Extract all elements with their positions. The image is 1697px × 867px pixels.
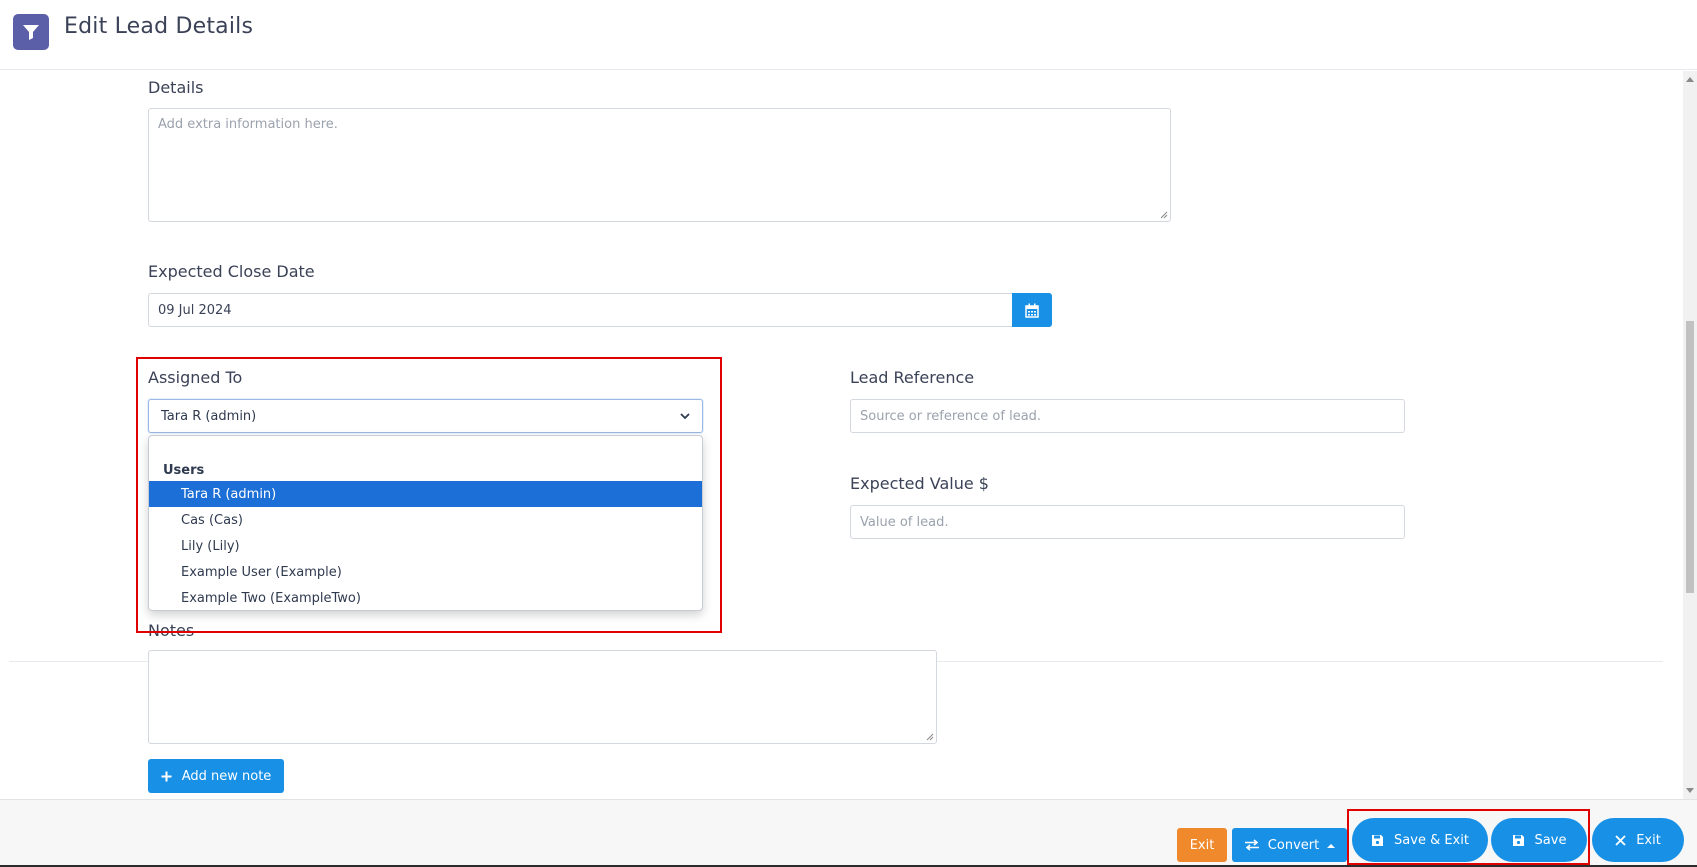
expected-close-date-input[interactable]: 09 Jul 2024	[148, 293, 1014, 327]
dropdown-option[interactable]: Example Two (ExampleTwo)	[149, 585, 702, 610]
details-textarea[interactable]: Add extra information here.	[148, 108, 1171, 222]
calendar-button[interactable]	[1012, 293, 1052, 327]
convert-button[interactable]: Convert	[1232, 828, 1347, 862]
expected-value-label: Expected Value $	[850, 474, 989, 493]
floppy-icon	[1372, 834, 1384, 846]
dropdown-option[interactable]: Example User (Example)	[149, 559, 702, 585]
caret-up-icon	[1327, 843, 1336, 848]
resize-grip-icon[interactable]	[926, 733, 934, 741]
lead-reference-input[interactable]: Source or reference of lead.	[850, 399, 1405, 433]
assigned-to-value: Tara R (admin)	[161, 408, 257, 424]
lead-reference-placeholder: Source or reference of lead.	[860, 408, 1042, 424]
expected-value-placeholder: Value of lead.	[860, 514, 949, 530]
page-header: Edit Lead Details	[0, 0, 1697, 70]
details-label: Details	[148, 78, 204, 97]
dropdown-group-label: Users	[163, 463, 205, 478]
action-footer: Exit Convert Save & Exit Save Exit	[0, 799, 1697, 867]
save-button[interactable]: Save	[1491, 818, 1587, 862]
plus-icon	[161, 771, 172, 781]
page-title: Edit Lead Details	[64, 14, 254, 39]
details-placeholder: Add extra information here.	[158, 117, 338, 132]
scroll-down-icon[interactable]	[1686, 788, 1694, 793]
notes-label: Notes	[148, 621, 195, 640]
dropdown-option[interactable]: Tara R (admin)	[149, 481, 702, 507]
floppy-icon	[1512, 834, 1524, 846]
dropdown-option[interactable]: Cas (Cas)	[149, 507, 702, 533]
expected-close-date-label: Expected Close Date	[148, 262, 315, 281]
assigned-to-dropdown: Users Tara R (admin) Cas (Cas) Lily (Lil…	[148, 435, 703, 611]
scroll-up-icon[interactable]	[1686, 77, 1694, 82]
scroll-thumb[interactable]	[1686, 321, 1694, 593]
convert-label: Convert	[1267, 837, 1320, 853]
save-exit-button[interactable]: Save & Exit	[1352, 818, 1488, 862]
save-exit-label: Save & Exit	[1394, 832, 1469, 848]
exit-small-button[interactable]: Exit	[1177, 828, 1227, 862]
calendar-icon	[1025, 303, 1039, 318]
lead-reference-label: Lead Reference	[850, 368, 975, 387]
chevron-down-icon	[680, 412, 690, 419]
exchange-icon	[1244, 839, 1259, 851]
expected-value-input[interactable]: Value of lead.	[850, 505, 1405, 539]
vertical-scrollbar[interactable]	[1683, 71, 1697, 799]
add-note-button[interactable]: Add new note	[148, 759, 284, 793]
dropdown-option[interactable]: Lily (Lily)	[149, 533, 702, 559]
assigned-to-label: Assigned To	[148, 368, 243, 387]
assigned-to-select[interactable]: Tara R (admin)	[148, 399, 703, 433]
close-icon	[1615, 834, 1626, 846]
funnel-icon	[13, 14, 49, 50]
add-note-label: Add new note	[181, 768, 272, 784]
resize-grip-icon[interactable]	[1160, 211, 1168, 219]
exit-button[interactable]: Exit	[1592, 818, 1684, 862]
save-label: Save	[1534, 832, 1567, 848]
exit-label: Exit	[1636, 832, 1661, 848]
notes-textarea[interactable]	[148, 650, 937, 744]
